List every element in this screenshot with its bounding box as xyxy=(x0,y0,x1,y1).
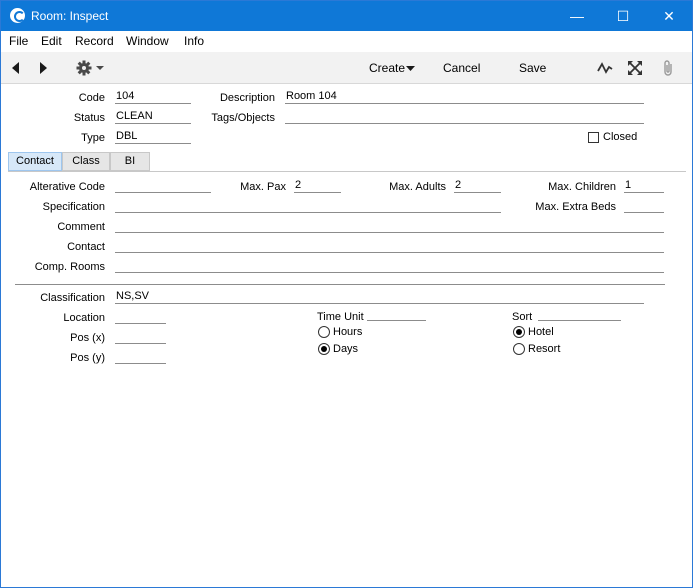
radio-days[interactable] xyxy=(318,343,330,355)
comment-label: Comment xyxy=(57,221,105,233)
radio-hours[interactable] xyxy=(318,326,330,338)
cancel-button[interactable]: Cancel xyxy=(443,61,480,75)
description-field[interactable]: Room 104 xyxy=(285,90,644,104)
comp-rooms-field[interactable] xyxy=(115,259,664,273)
type-label: Type xyxy=(81,132,105,144)
tags-objects-field[interactable] xyxy=(285,110,644,124)
pos-y-field[interactable] xyxy=(115,350,166,364)
alterative-code-field[interactable] xyxy=(115,179,211,193)
tab-bi[interactable]: BI xyxy=(110,152,150,171)
create-label: Create xyxy=(369,61,406,75)
sort-rule xyxy=(538,320,621,321)
location-field[interactable] xyxy=(115,310,166,324)
toolbar: Create Cancel Save xyxy=(1,52,692,84)
close-button[interactable]: ✕ xyxy=(646,1,692,31)
radio-resort[interactable] xyxy=(513,343,525,355)
max-extra-beds-field[interactable] xyxy=(624,199,664,213)
radio-hours-label: Hours xyxy=(333,326,363,338)
max-adults-field[interactable]: 2 xyxy=(454,179,501,193)
code-field[interactable]: 104 xyxy=(115,90,191,104)
triangle-left-icon[interactable] xyxy=(11,61,21,75)
menu-bar: File Edit Record Window Info xyxy=(1,31,692,52)
closed-label: Closed xyxy=(603,131,638,143)
menu-info[interactable]: Info xyxy=(184,34,204,48)
description-label: Description xyxy=(219,92,275,104)
radio-days-label: Days xyxy=(333,343,359,355)
max-adults-label: Max. Adults xyxy=(389,181,446,193)
gear-icon[interactable] xyxy=(76,60,106,76)
sort-label: Sort xyxy=(512,311,533,323)
tab-class[interactable]: Class xyxy=(62,152,110,171)
location-label: Location xyxy=(63,312,105,324)
minimize-button[interactable]: — xyxy=(554,1,600,31)
title-bar: Room: Inspect — ☐ ✕ xyxy=(1,1,692,31)
radio-resort-label: Resort xyxy=(528,343,561,355)
code-label: Code xyxy=(78,92,105,104)
radio-hotel[interactable] xyxy=(513,326,525,338)
triangle-right-icon[interactable] xyxy=(38,61,48,75)
status-label: Status xyxy=(73,112,105,124)
menu-window[interactable]: Window xyxy=(126,34,169,48)
section-divider xyxy=(15,284,665,285)
window-title: Room: Inspect xyxy=(31,9,109,23)
max-pax-label: Max. Pax xyxy=(240,181,286,193)
specification-field[interactable] xyxy=(115,199,501,213)
menu-edit[interactable]: Edit xyxy=(41,34,62,48)
closed-checkbox[interactable] xyxy=(588,132,599,143)
max-pax-field[interactable]: 2 xyxy=(294,179,341,193)
contact-field[interactable] xyxy=(115,239,664,253)
pos-x-field[interactable] xyxy=(115,330,166,344)
classification-label: Classification xyxy=(40,292,105,304)
menu-record[interactable]: Record xyxy=(75,34,114,48)
tags-objects-label: Tags/Objects xyxy=(211,112,275,124)
time-unit-rule xyxy=(367,320,426,321)
classification-field[interactable]: NS,SV xyxy=(115,290,644,304)
status-field[interactable]: CLEAN xyxy=(115,110,191,124)
menu-file[interactable]: File xyxy=(9,34,28,48)
paperclip-icon[interactable] xyxy=(661,59,675,77)
maximize-button[interactable]: ☐ xyxy=(600,1,646,31)
max-extra-beds-label: Max. Extra Beds xyxy=(535,201,616,213)
chevron-down-icon[interactable] xyxy=(406,66,415,72)
tab-divider xyxy=(8,171,686,172)
save-button[interactable]: Save xyxy=(519,61,546,75)
contact-label: Contact xyxy=(67,241,105,253)
specification-label: Specification xyxy=(42,201,105,213)
comp-rooms-label: Comp. Rooms xyxy=(34,261,105,273)
max-children-label: Max. Children xyxy=(548,181,616,193)
tab-contact[interactable]: Contact xyxy=(8,152,62,171)
alterative-code-label: Alterative Code xyxy=(29,181,105,193)
expand-icon[interactable] xyxy=(627,60,643,76)
app-logo-icon xyxy=(10,8,25,23)
radio-hotel-label: Hotel xyxy=(528,326,554,338)
create-button[interactable]: Create xyxy=(369,61,405,75)
pos-y-label: Pos (y) xyxy=(70,352,105,364)
max-children-field[interactable]: 1 xyxy=(624,179,664,193)
time-unit-label: Time Unit xyxy=(317,311,364,323)
comment-field[interactable] xyxy=(115,219,664,233)
pos-x-label: Pos (x) xyxy=(70,332,105,344)
pulse-icon[interactable] xyxy=(597,61,613,75)
room-inspect-window: Room: Inspect — ☐ ✕ File Edit Record Win… xyxy=(0,0,693,588)
type-field[interactable]: DBL xyxy=(115,130,191,144)
